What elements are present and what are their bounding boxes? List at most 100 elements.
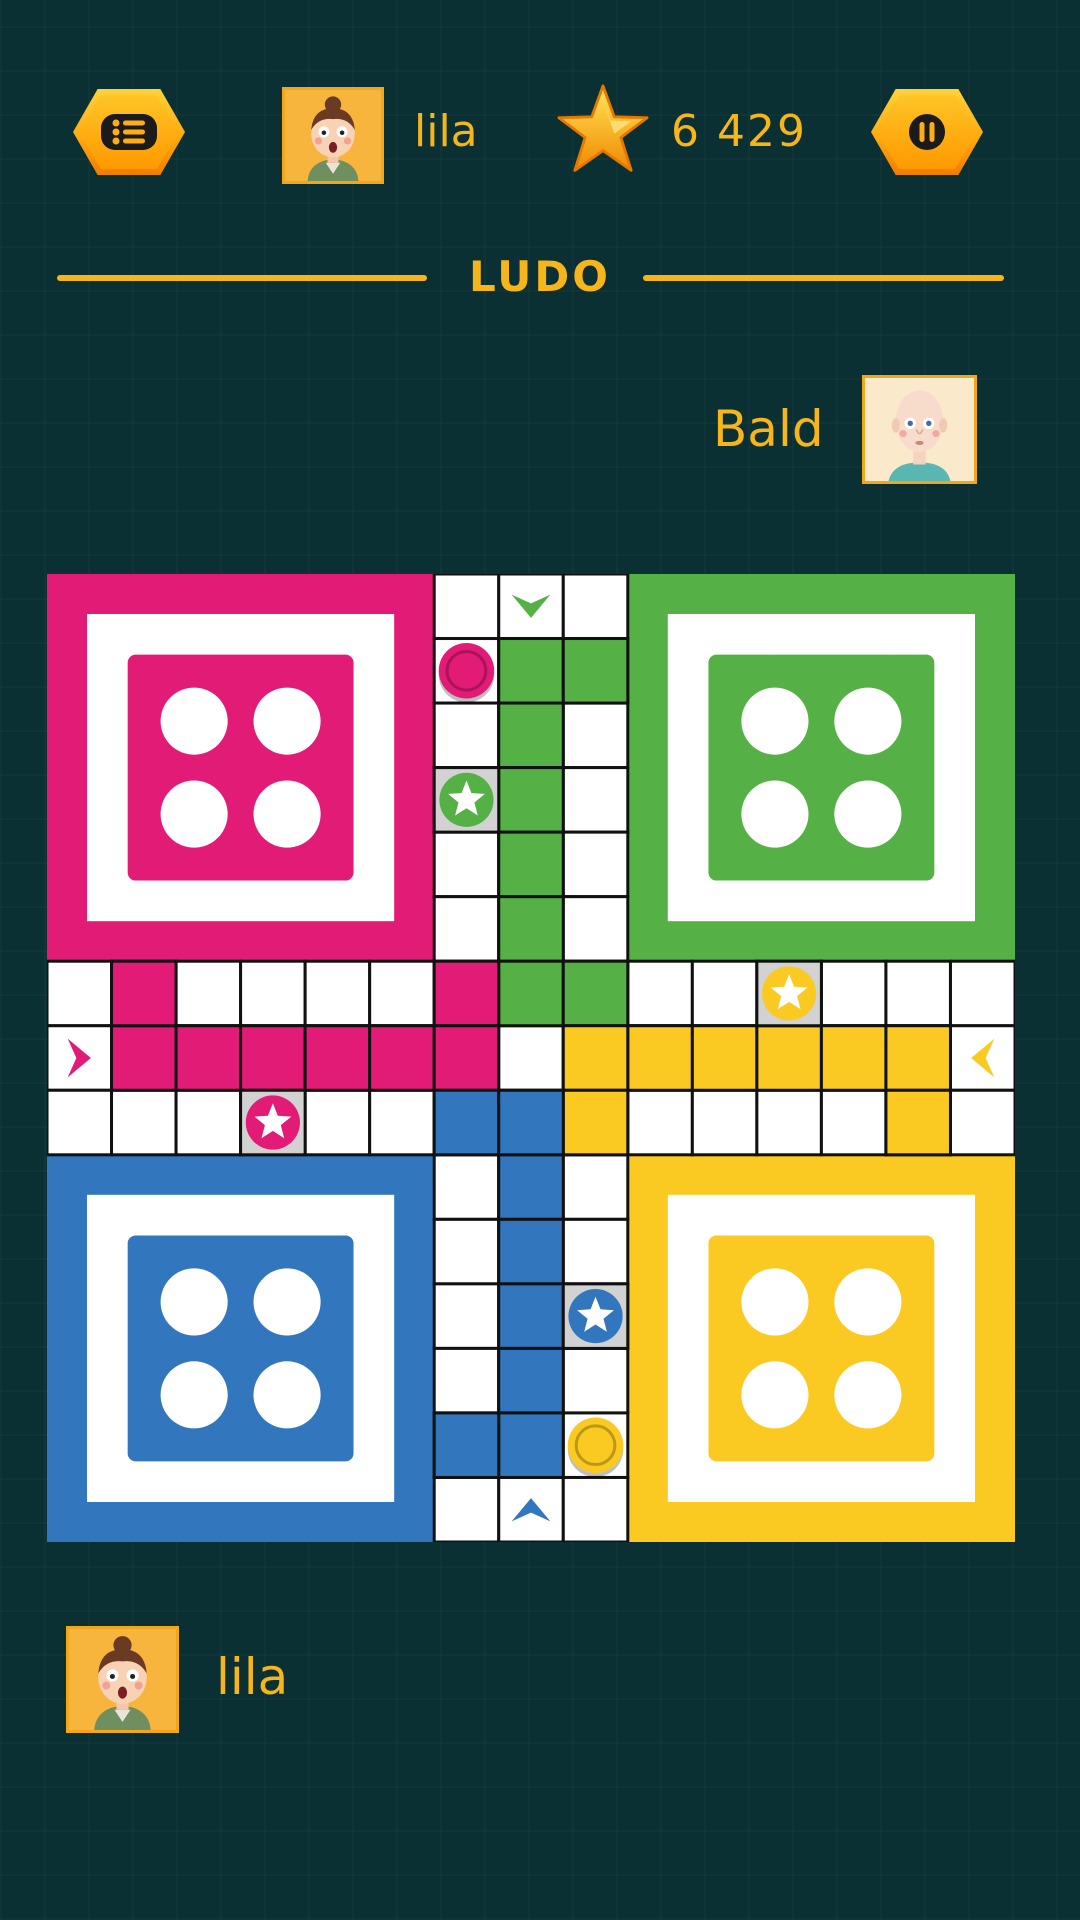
track-cell: [884, 959, 952, 1028]
ludo-board[interactable]: [47, 574, 1015, 1542]
bald-man-face-icon: [868, 378, 971, 481]
home-lane-blue: [497, 1346, 565, 1415]
center-cell-yellow: [561, 1024, 630, 1092]
home-slot-red-3: [253, 780, 321, 848]
track-cell: [432, 1475, 501, 1542]
home-slot-blue-1: [253, 1268, 321, 1336]
player-avatar-bottom[interactable]: [66, 1626, 179, 1733]
home-lane-red: [174, 1024, 243, 1092]
track-cell: [47, 959, 114, 1028]
track-cell: [432, 1282, 501, 1350]
start-cell-yellow: [884, 1088, 952, 1157]
center-cell: [497, 1024, 565, 1092]
start-cell-blue: [432, 1411, 501, 1479]
track-cell: [561, 701, 630, 770]
track-cell: [561, 1346, 630, 1415]
girl-face-icon: [72, 1629, 173, 1730]
home-yard-red: [127, 654, 354, 881]
opponent-avatar[interactable]: [862, 375, 977, 484]
score-value: 6 429: [671, 106, 807, 157]
track-cell: [948, 1088, 1015, 1157]
page-title: LUDO: [469, 252, 611, 301]
track-cell: [755, 1088, 823, 1157]
star-icon: [557, 84, 649, 172]
track-cell: [561, 574, 630, 641]
home-lane-blue: [497, 1153, 565, 1221]
track-cell: [174, 1088, 243, 1157]
player-name-bottom: lila: [216, 1648, 289, 1706]
track-cell: [303, 959, 372, 1028]
title-rule-right: [643, 275, 1004, 281]
home-slot-yellow-0: [741, 1268, 809, 1336]
home-slot-blue-0: [160, 1268, 228, 1336]
home-lane-yellow: [690, 1024, 759, 1092]
home-slot-blue-3: [253, 1361, 321, 1429]
home-lane-blue: [497, 1217, 565, 1286]
list-icon: [101, 114, 157, 150]
title-rule-left: [57, 275, 427, 281]
start-cell-red: [110, 959, 178, 1028]
track-cell: [690, 1088, 759, 1157]
home-lane-yellow: [626, 1024, 694, 1092]
track-cell: [432, 701, 501, 770]
track-cell: [239, 959, 307, 1028]
center-cell-yellow: [561, 1088, 630, 1157]
girl-face-icon: [287, 90, 379, 181]
home-lane-yellow: [755, 1024, 823, 1092]
home-slot-red-1: [253, 687, 321, 755]
piece-face: [449, 653, 484, 689]
track-cell: [432, 895, 501, 963]
start-cell-green: [561, 637, 630, 705]
pause-button[interactable]: [871, 89, 983, 175]
home-yard-green: [708, 654, 935, 881]
player-name-header: lila: [414, 106, 478, 157]
track-cell: [626, 959, 694, 1028]
center-cell-blue: [497, 1088, 565, 1157]
home-slot-green-3: [834, 780, 902, 848]
track-cell: [47, 1088, 114, 1157]
home-lane-blue: [497, 1282, 565, 1350]
home-lane-yellow: [819, 1024, 888, 1092]
home-lane-red: [368, 1024, 436, 1092]
home-slot-green-2: [741, 780, 809, 848]
track-cell: [432, 1346, 501, 1415]
home-yard-yellow: [708, 1235, 935, 1462]
home-slot-green-0: [741, 687, 809, 755]
home-slot-yellow-2: [741, 1361, 809, 1429]
track-cell: [561, 830, 630, 899]
menu-button[interactable]: [73, 89, 185, 175]
track-cell: [432, 1217, 501, 1286]
track-cell: [819, 959, 888, 1028]
opponent-name: Bald: [713, 400, 824, 458]
home-slot-yellow-3: [834, 1361, 902, 1429]
track-cell: [432, 574, 501, 641]
track-cell: [626, 1088, 694, 1157]
home-lane-red: [303, 1024, 372, 1092]
center-cell-red: [432, 1024, 501, 1092]
home-lane-red: [110, 1024, 178, 1092]
track-cell: [561, 895, 630, 963]
home-lane-green: [497, 830, 565, 899]
track-cell: [561, 1217, 630, 1286]
track-cell: [690, 959, 759, 1028]
center-cell-green: [497, 959, 565, 1028]
pause-icon: [909, 114, 945, 150]
track-cell: [432, 830, 501, 899]
track-cell: [368, 959, 436, 1028]
center-cell-blue: [432, 1088, 501, 1157]
track-cell: [174, 959, 243, 1028]
track-cell: [561, 1475, 630, 1542]
home-slot-yellow-1: [834, 1268, 902, 1336]
track-cell: [948, 959, 1015, 1028]
player-avatar[interactable]: [282, 87, 384, 184]
home-yard-blue: [127, 1235, 354, 1462]
track-cell: [110, 1088, 178, 1157]
home-lane-yellow: [884, 1024, 952, 1092]
board-canvas[interactable]: [47, 574, 1015, 1542]
track-cell: [561, 1153, 630, 1221]
home-lane-green: [497, 637, 565, 705]
center-cell-green: [561, 959, 630, 1028]
piece-face: [578, 1427, 613, 1463]
track-cell: [432, 1153, 501, 1221]
center-cell-red: [432, 959, 501, 1028]
